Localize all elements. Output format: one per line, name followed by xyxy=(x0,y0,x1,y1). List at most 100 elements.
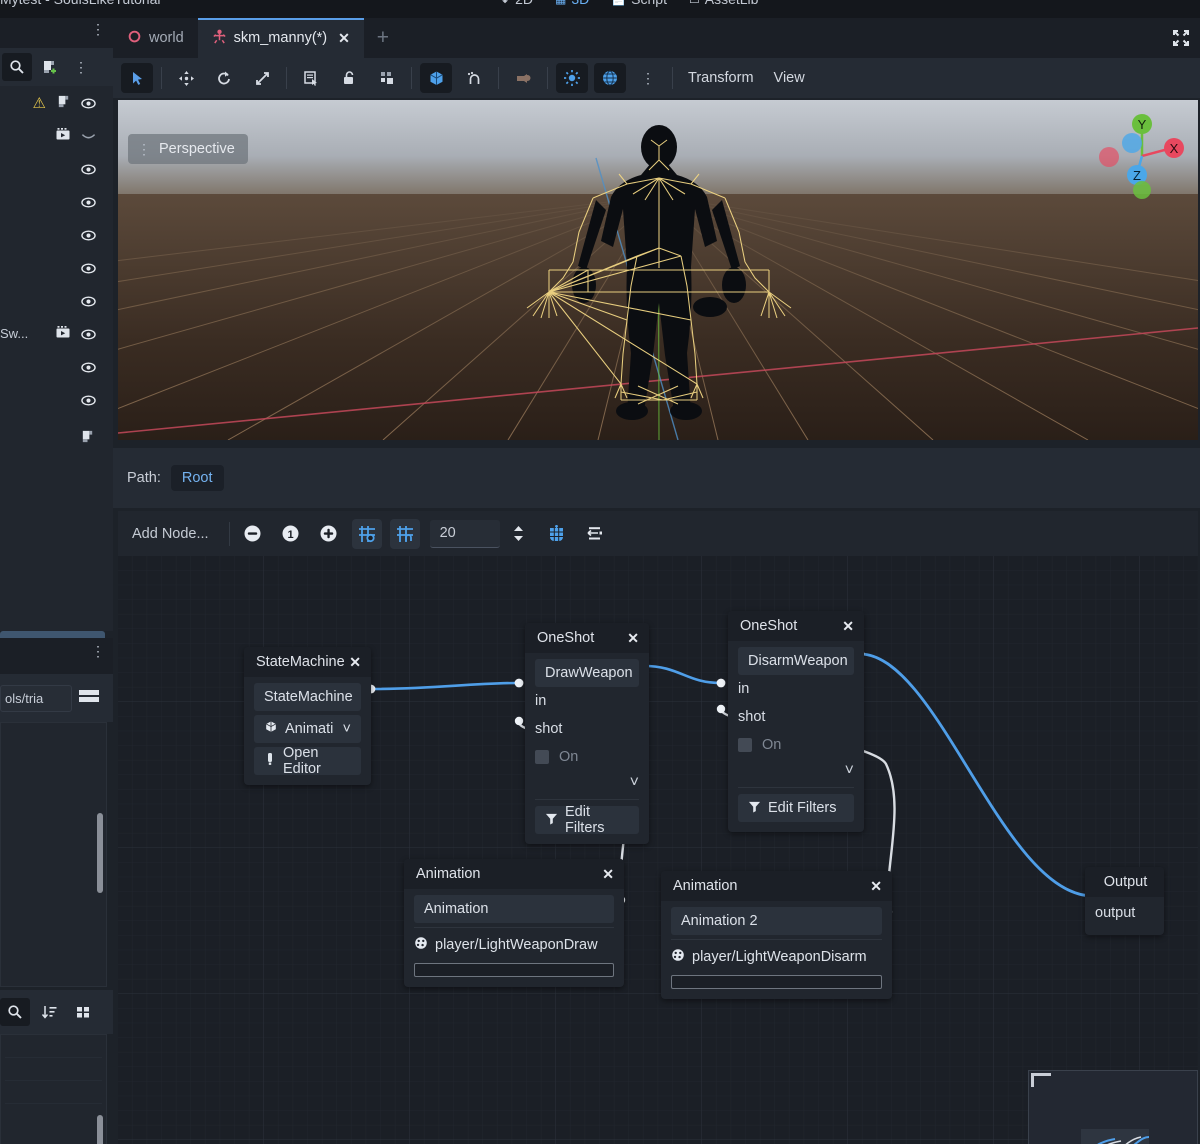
sort-icon[interactable] xyxy=(34,998,64,1026)
anim-tree-graph[interactable]: StateMachine ✕ StateMachine Animati ˅ Op… xyxy=(118,556,1198,1144)
inspector-scrollbar[interactable] xyxy=(97,813,103,893)
tree-row[interactable] xyxy=(0,119,113,152)
grid-layout-icon[interactable] xyxy=(542,519,572,549)
visibility-icon[interactable] xyxy=(81,327,96,341)
snap-icon[interactable] xyxy=(458,63,490,93)
graph-node-output[interactable]: Output output xyxy=(1085,867,1164,935)
minus-circle-icon[interactable] xyxy=(238,519,268,549)
plus-circle-icon[interactable] xyxy=(314,519,344,549)
kebab-icon[interactable]: ⋮ xyxy=(632,63,664,93)
animation-tree-select[interactable]: Animati ˅ xyxy=(254,715,361,743)
perspective-menu-button[interactable]: ⋮ Perspective xyxy=(128,134,248,164)
tab-world[interactable]: world xyxy=(113,18,198,58)
node-name-input[interactable]: StateMachine xyxy=(254,683,361,711)
visibility-icon[interactable] xyxy=(81,360,96,374)
globe-icon[interactable] xyxy=(594,63,626,93)
visibility-icon[interactable] xyxy=(81,261,96,275)
main-button-2d[interactable]: ⬇ 2D xyxy=(500,0,533,7)
add-node-button[interactable]: Add Node... xyxy=(132,526,225,542)
edit-filters-button[interactable]: Edit Filters xyxy=(738,794,854,822)
main-button-3d[interactable]: ▦ 3D xyxy=(555,0,589,7)
node-name-input[interactable]: DrawWeapon xyxy=(535,659,639,687)
sun-icon[interactable] xyxy=(556,63,588,93)
graph-node-oneshot-drawweapon[interactable]: OneShot ✕ DrawWeapon in shot On ˅ Edit F… xyxy=(525,623,649,844)
animation-player-icon[interactable] xyxy=(55,325,71,343)
chevron-down-icon[interactable]: ˅ xyxy=(343,721,351,737)
tree-row[interactable] xyxy=(0,383,113,416)
close-icon[interactable]: ✕ xyxy=(627,630,639,647)
node-header[interactable]: Output xyxy=(1085,867,1164,897)
unlock-icon[interactable] xyxy=(333,63,365,93)
close-icon[interactable]: ✕ xyxy=(870,878,882,895)
filesystem-scrollbar[interactable] xyxy=(97,1115,103,1144)
tree-row[interactable] xyxy=(0,152,113,185)
scale-icon[interactable] xyxy=(246,63,278,93)
graph-node-oneshot-disarmweapon[interactable]: OneShot ✕ DisarmWeapon in shot On ˅ Edit… xyxy=(728,611,864,832)
tree-row[interactable] xyxy=(0,284,113,317)
tree-row[interactable] xyxy=(0,185,113,218)
cube-icon[interactable] xyxy=(420,63,452,93)
search-icon[interactable] xyxy=(0,998,30,1026)
script-icon[interactable] xyxy=(80,429,95,447)
visibility-icon[interactable] xyxy=(81,162,96,176)
close-icon[interactable]: ✕ xyxy=(842,618,854,635)
open-editor-button[interactable]: Open Editor xyxy=(254,745,361,777)
tree-row[interactable] xyxy=(0,350,113,383)
visibility-icon[interactable] xyxy=(81,195,96,209)
close-icon[interactable]: ✕ xyxy=(338,30,350,47)
view-menu[interactable]: View xyxy=(764,70,815,86)
oneshot-on-row[interactable]: On xyxy=(535,743,639,771)
search-icon[interactable] xyxy=(2,53,32,81)
arrange-icon[interactable] xyxy=(580,519,610,549)
animation-select[interactable]: player/LightWeaponDraw xyxy=(414,932,614,958)
filesystem-file-list[interactable] xyxy=(0,1034,107,1144)
visibility-icon[interactable] xyxy=(81,96,96,110)
node-header[interactable]: Animation ✕ xyxy=(404,859,624,889)
inspector-menu-icon[interactable]: ⋮ xyxy=(91,644,105,658)
visibility-icon[interactable] xyxy=(81,228,96,242)
expand-icon[interactable] xyxy=(1168,26,1194,50)
rotate-icon[interactable] xyxy=(208,63,240,93)
inspector-body[interactable] xyxy=(0,722,107,987)
checkbox[interactable] xyxy=(535,750,549,764)
path-root-button[interactable]: Root xyxy=(170,465,224,491)
chevron-down-icon[interactable]: ˅ xyxy=(738,759,854,783)
tree-row[interactable] xyxy=(0,416,113,460)
add-script-icon[interactable] xyxy=(34,53,64,81)
checkbox[interactable] xyxy=(738,738,752,752)
graph-node-animation-draw[interactable]: Animation ✕ Animation player/LightWeapon… xyxy=(404,859,624,987)
tree-row[interactable]: Sw... xyxy=(0,317,113,350)
main-button-assetlib[interactable]: ☐ AssetLib xyxy=(689,0,758,7)
node-header[interactable]: OneShot ✕ xyxy=(728,611,864,641)
script-icon[interactable] xyxy=(56,94,71,112)
scene-menu-icon[interactable]: ⋮ xyxy=(66,53,96,81)
scene-dock-menu-icon[interactable]: ⋮ xyxy=(91,22,105,36)
camera-icon[interactable] xyxy=(507,63,539,93)
node-name-input[interactable]: DisarmWeapon xyxy=(738,647,854,675)
graph-minimap[interactable] xyxy=(1028,1070,1198,1144)
node-header[interactable]: Animation ✕ xyxy=(661,871,892,901)
animation-select[interactable]: player/LightWeaponDisarm xyxy=(671,944,882,970)
scene-tree[interactable]: ⚠ Sw... xyxy=(0,86,113,631)
visibility-off-icon[interactable] xyxy=(81,129,96,143)
grid-icon[interactable] xyxy=(389,518,420,549)
graph-node-animation-disarm[interactable]: Animation ✕ Animation 2 player/LightWeap… xyxy=(661,871,892,999)
inspector-layout-icon[interactable] xyxy=(78,687,100,710)
transform-menu[interactable]: Transform xyxy=(678,70,764,86)
tree-row[interactable] xyxy=(0,218,113,251)
move-icon[interactable] xyxy=(170,63,202,93)
updown-arrows-icon[interactable] xyxy=(504,519,534,549)
close-icon[interactable]: ✕ xyxy=(349,654,361,671)
group-icon[interactable] xyxy=(371,63,403,93)
node-header[interactable]: OneShot ✕ xyxy=(525,623,649,653)
tab-skm-manny[interactable]: skm_manny(*) ✕ xyxy=(197,18,365,58)
graph-node-statemachine[interactable]: StateMachine ✕ StateMachine Animati ˅ Op… xyxy=(244,647,371,785)
grid-view-icon[interactable] xyxy=(68,998,98,1026)
visibility-icon[interactable] xyxy=(81,393,96,407)
oneshot-on-row[interactable]: On xyxy=(738,731,854,759)
node-name-input[interactable]: Animation 2 xyxy=(671,907,882,935)
view-gizmo[interactable]: Y X Z xyxy=(1092,106,1192,206)
node-name-input[interactable]: Animation xyxy=(414,895,614,923)
inspector-path-value[interactable]: ols/tria xyxy=(0,684,72,712)
chevron-down-icon[interactable]: ˅ xyxy=(535,771,639,795)
